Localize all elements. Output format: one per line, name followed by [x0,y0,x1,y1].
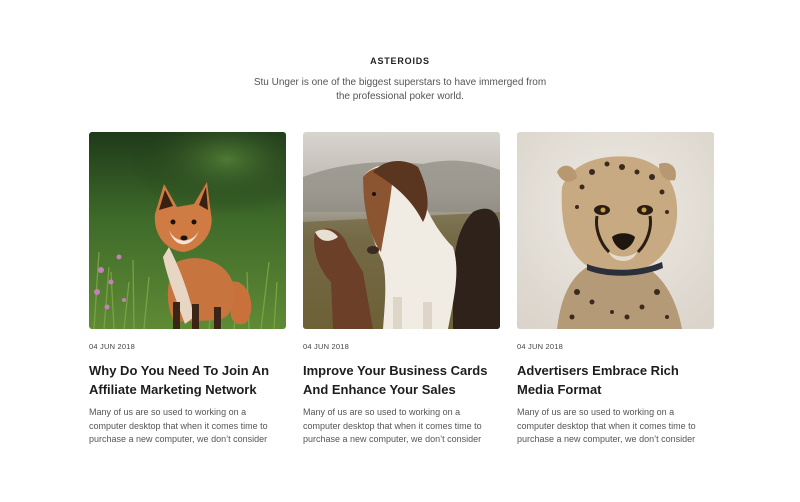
card-excerpt: Many of us are so used to working on a c… [89,407,268,444]
card-image-horses[interactable] [303,132,500,329]
card-date: 04 JUN 2018 [89,342,135,351]
blog-section: ASTEROIDS Stu Unger is one of the bigges… [0,0,800,502]
card-title[interactable]: Why Do You Need To Join An Affiliate Mar… [89,361,286,399]
section-eyebrow: ASTEROIDS [370,56,430,66]
section-subtitle: Stu Unger is one of the biggest supersta… [253,77,547,102]
blog-card[interactable]: 04 JUN 2018 Why Do You Need To Join An A… [89,132,286,447]
card-excerpt: Many of us are so used to working on a c… [303,407,482,444]
card-excerpt: Many of us are so used to working on a c… [517,407,696,444]
card-date: 04 JUN 2018 [303,342,349,351]
card-title[interactable]: Advertisers Embrace Rich Media Format [517,361,714,399]
blog-card[interactable]: 04 JUN 2018 Improve Your Business Cards … [303,132,500,447]
blog-card[interactable]: 04 JUN 2018 Advertisers Embrace Rich Med… [517,132,714,447]
fox-image [89,132,286,329]
card-title[interactable]: Improve Your Business Cards And Enhance … [303,361,500,399]
card-image-fox[interactable] [89,132,286,329]
cheetah-image [517,132,714,329]
card-list: 04 JUN 2018 Why Do You Need To Join An A… [89,132,714,447]
section-header: ASTEROIDS Stu Unger is one of the bigges… [0,55,800,104]
card-image-cheetah[interactable] [517,132,714,329]
horses-image [303,132,500,329]
card-date: 04 JUN 2018 [517,342,563,351]
